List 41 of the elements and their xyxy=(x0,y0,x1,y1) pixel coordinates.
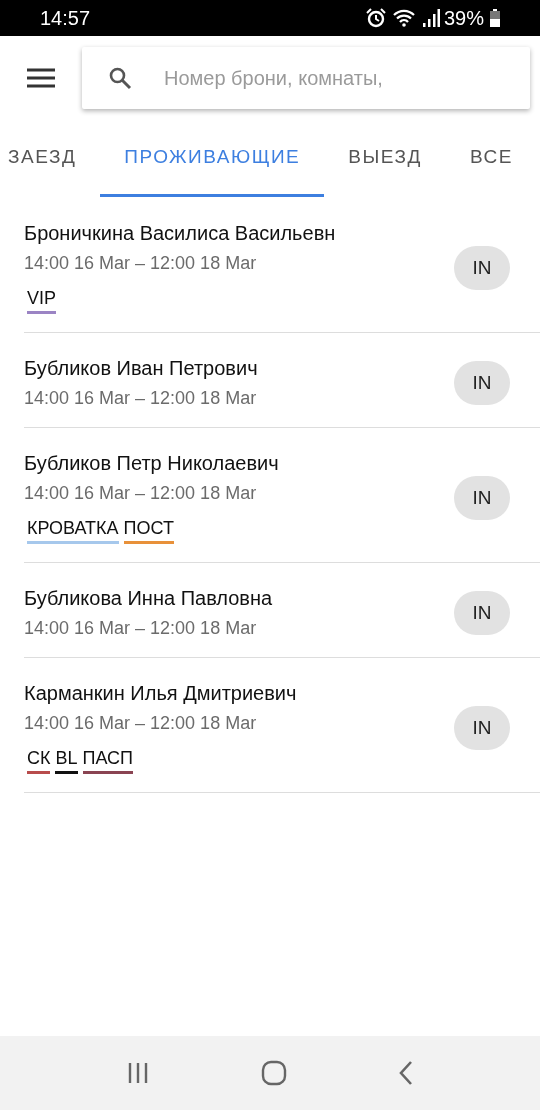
tab[interactable]: ВСЕ xyxy=(445,130,537,197)
stay-dates: 14:00 16 Mar – 12:00 18 Mar xyxy=(24,618,258,639)
guest-name: Бубликов Петр Николаевич xyxy=(24,452,280,475)
tag: BL xyxy=(55,748,78,774)
tab[interactable]: ВЫЕЗД xyxy=(324,130,446,197)
tab[interactable]: ПРОЖИВАЮЩИЕ xyxy=(100,130,325,197)
signal-icon xyxy=(421,8,440,28)
status-chip[interactable]: IN xyxy=(454,246,510,290)
tag: СК xyxy=(27,748,51,774)
guest-row[interactable]: Броничкина Василиса Васильевн 14:00 16 Mar – 12:00 18 Mar VIP IN xyxy=(24,198,540,333)
back-icon[interactable] xyxy=(398,1060,415,1086)
guest-row[interactable]: Карманкин Илья Дмитриевич 14:00 16 Mar – 12:00 18 Mar СК BL ПАСП IN xyxy=(24,658,540,793)
battery-icon xyxy=(490,9,500,27)
stay-dates: 14:00 16 Mar – 12:00 18 Mar xyxy=(24,713,258,734)
search-input[interactable]: Номер брони, комнаты, xyxy=(162,65,466,91)
menu-icon[interactable] xyxy=(27,68,55,88)
tag: КРОВАТКА xyxy=(27,518,119,544)
battery-percent: 39% xyxy=(443,6,484,30)
stay-dates: 14:00 16 Mar – 12:00 18 Mar xyxy=(24,253,258,274)
stay-dates: 14:00 16 Mar – 12:00 18 Mar xyxy=(24,483,258,504)
guest-row[interactable]: Бубликов Иван Петрович 14:00 16 Mar – 12:00 18 Mar IN xyxy=(24,333,540,428)
guest-row[interactable]: Бубликова Инна Павловна 14:00 16 Mar – 12:00 18 Mar IN xyxy=(24,563,540,658)
tab[interactable]: ЗАЕЗД xyxy=(0,130,101,197)
stay-dates: 14:00 16 Mar – 12:00 18 Mar xyxy=(24,388,258,409)
tag: VIP xyxy=(27,288,56,314)
status-time: 14:57 xyxy=(40,6,91,30)
status-chip[interactable]: IN xyxy=(454,706,510,750)
wifi-icon xyxy=(391,8,416,28)
status-chip[interactable]: IN xyxy=(454,361,510,405)
guest-name: Карманкин Илья Дмитриевич xyxy=(24,682,298,705)
guest-row[interactable]: Бубликов Петр Николаевич 14:00 16 Mar – 12:00 18 Mar КРОВАТКА ПОСТ IN xyxy=(24,428,540,563)
home-icon[interactable] xyxy=(261,1060,287,1086)
alarm-icon xyxy=(365,8,386,28)
tag: ПОСТ xyxy=(123,518,174,544)
guest-name: Бубликов Иван Петрович xyxy=(24,357,259,380)
tag: ПАСП xyxy=(82,748,133,774)
guest-name: Бубликова Инна Павловна xyxy=(24,587,274,610)
guest-name: Броничкина Василиса Васильевн xyxy=(24,222,337,245)
search-icon xyxy=(108,66,132,90)
status-chip[interactable]: IN xyxy=(454,591,510,635)
status-chip[interactable]: IN xyxy=(454,476,510,520)
